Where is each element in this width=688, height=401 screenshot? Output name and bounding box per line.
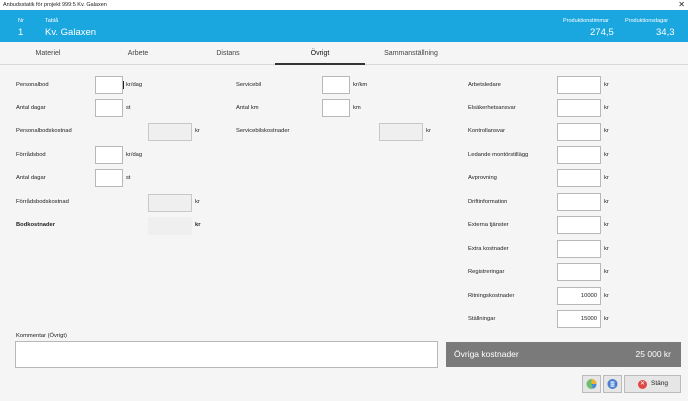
prod-hours-value: 274,5 — [590, 27, 614, 38]
forradsbod-label: Förrådsbod — [16, 152, 46, 158]
elsakerhetsansvar-unit: kr — [604, 105, 609, 111]
registreringar-unit: kr — [604, 269, 609, 275]
window-titlebar: Anbudsstatik för projekt 999:5 Kv. Galax… — [0, 0, 688, 10]
forradsbod-input[interactable] — [95, 146, 123, 164]
stallningar-unit: kr — [604, 316, 609, 322]
elsakerhetsansvar-input[interactable] — [557, 99, 601, 117]
externa-tjanster-input[interactable] — [557, 216, 601, 234]
stallningar-input[interactable]: 15000 — [557, 310, 601, 328]
personalbod-input[interactable] — [95, 76, 124, 94]
tab-sammanstallning[interactable]: Sammanställning — [375, 43, 447, 65]
pie-chart-icon — [586, 379, 597, 389]
ritningskostnader-input[interactable]: 10000 — [557, 287, 601, 305]
servicebilskostnader-label: Servicebilskostnader — [236, 128, 290, 134]
arbetsledare-input[interactable] — [557, 76, 601, 94]
personalbodskostnad-unit: kr — [195, 128, 200, 134]
prod-days-value: 34,3 — [656, 27, 675, 38]
driftinformation-unit: kr — [604, 199, 609, 205]
ledande-montorstillagg-input[interactable] — [557, 146, 601, 164]
antal-km-label: Antal km — [236, 105, 259, 111]
text-caret — [123, 81, 124, 89]
table-label: Tablå — [45, 18, 59, 24]
forradsbod-unit: kr/dag — [126, 152, 143, 158]
close-button[interactable]: ✕ Stäng — [624, 375, 681, 393]
servicebilskostnader-field — [379, 123, 423, 141]
table-value: Kv. Galaxen — [45, 27, 97, 38]
forradsbodskostnad-label: Förrådsbodskostnad — [16, 199, 69, 205]
window-title: Anbudsstatik för projekt 999:5 Kv. Galax… — [3, 2, 107, 8]
ritningskostnader-label: Ritningskostnader — [468, 293, 515, 299]
antal-km-unit: km — [353, 105, 361, 111]
tab-ovrigt[interactable]: Övrigt — [275, 43, 365, 65]
personalbod-unit: kr/dag — [126, 82, 143, 88]
personalbodskostnad-field — [148, 123, 192, 141]
project-header: Nr 1 Tablå Kv. Galaxen Produktionstimmar… — [0, 10, 688, 42]
tab-distans[interactable]: Distans — [200, 43, 256, 65]
extra-kostnader-unit: kr — [604, 246, 609, 252]
arbetsledare-label: Arbetsledare — [468, 82, 501, 88]
servicebil-unit: kr/km — [353, 82, 368, 88]
bodkostnader-field — [148, 217, 192, 235]
forradsbodskostnad-unit: kr — [195, 199, 200, 205]
servicebil-label: Servicebil — [236, 82, 262, 88]
antal-dagar-personal-input[interactable] — [95, 99, 123, 117]
personalbodskostnad-label: Personalbodskostnad — [16, 128, 72, 134]
prod-days-label: Produktionsdagar — [625, 18, 669, 24]
registreringar-label: Registreringar — [468, 269, 505, 275]
prod-hours-label: Produktionstimmar — [563, 18, 609, 24]
antal-dagar-forrad-label: Antal dagar — [16, 175, 46, 181]
kontrollansvar-label: Kontrollansvar — [468, 128, 506, 134]
avprovning-input[interactable] — [557, 169, 601, 187]
antal-dagar-personal-label: Antal dagar — [16, 105, 46, 111]
comment-label: Kommentar (Övrigt) — [16, 333, 67, 339]
forradsbodskostnad-field — [148, 194, 192, 212]
close-circle-icon: ✕ — [638, 380, 647, 389]
ledande-montorstillagg-unit: kr — [604, 152, 609, 158]
driftinformation-input[interactable] — [557, 193, 601, 211]
kontrollansvar-input[interactable] — [557, 123, 601, 141]
extra-kostnader-label: Extra kostnader — [468, 246, 509, 252]
nr-label: Nr — [18, 18, 24, 24]
arbetsledare-unit: kr — [604, 82, 609, 88]
personalbod-label: Personalbod — [16, 82, 49, 88]
window-close-icon[interactable]: ✕ — [678, 0, 685, 10]
elsakerhetsansvar-label: Elsäkerhetsansvar — [468, 105, 516, 111]
antal-dagar-forrad-input[interactable] — [95, 169, 123, 187]
avprovning-label: Avprovning — [468, 175, 497, 181]
avprovning-unit: kr — [604, 175, 609, 181]
chart-button[interactable] — [582, 375, 601, 393]
nr-value: 1 — [18, 27, 24, 38]
servicebilskostnader-unit: kr — [426, 128, 431, 134]
extra-kostnader-input[interactable] — [557, 240, 601, 258]
summary-label: Övriga kostnader — [454, 349, 519, 359]
servicebil-input[interactable] — [322, 76, 350, 94]
tab-bar: Materiel Arbete Distans Övrigt Sammanstä… — [0, 43, 688, 65]
driftinformation-label: Driftinformation — [468, 199, 508, 205]
bodkostnader-label: Bodkostnader — [16, 222, 55, 228]
kontrollansvar-unit: kr — [604, 128, 609, 134]
calculator-icon — [607, 379, 618, 389]
stallningar-label: Ställningar — [468, 316, 496, 322]
antal-km-input[interactable] — [322, 99, 350, 117]
summary-bar: Övriga kostnader 25 000 kr — [446, 342, 681, 367]
externa-tjanster-unit: kr — [604, 222, 609, 228]
tab-materiel[interactable]: Materiel — [20, 43, 76, 65]
registreringar-input[interactable] — [557, 263, 601, 281]
externa-tjanster-label: Externa tjänster — [468, 222, 509, 228]
tab-arbete[interactable]: Arbete — [110, 43, 166, 65]
ledande-montorstillagg-label: Ledande montörstillägg — [468, 152, 529, 158]
antal-dagar-personal-unit: st — [126, 105, 131, 111]
summary-value: 25 000 kr — [635, 349, 671, 359]
ritningskostnader-unit: kr — [604, 293, 609, 299]
antal-dagar-forrad-unit: st — [126, 175, 131, 181]
comment-textarea[interactable] — [15, 341, 438, 368]
close-button-label: Stäng — [651, 380, 668, 387]
bodkostnader-unit: kr — [195, 222, 201, 228]
calculator-button[interactable] — [603, 375, 622, 393]
